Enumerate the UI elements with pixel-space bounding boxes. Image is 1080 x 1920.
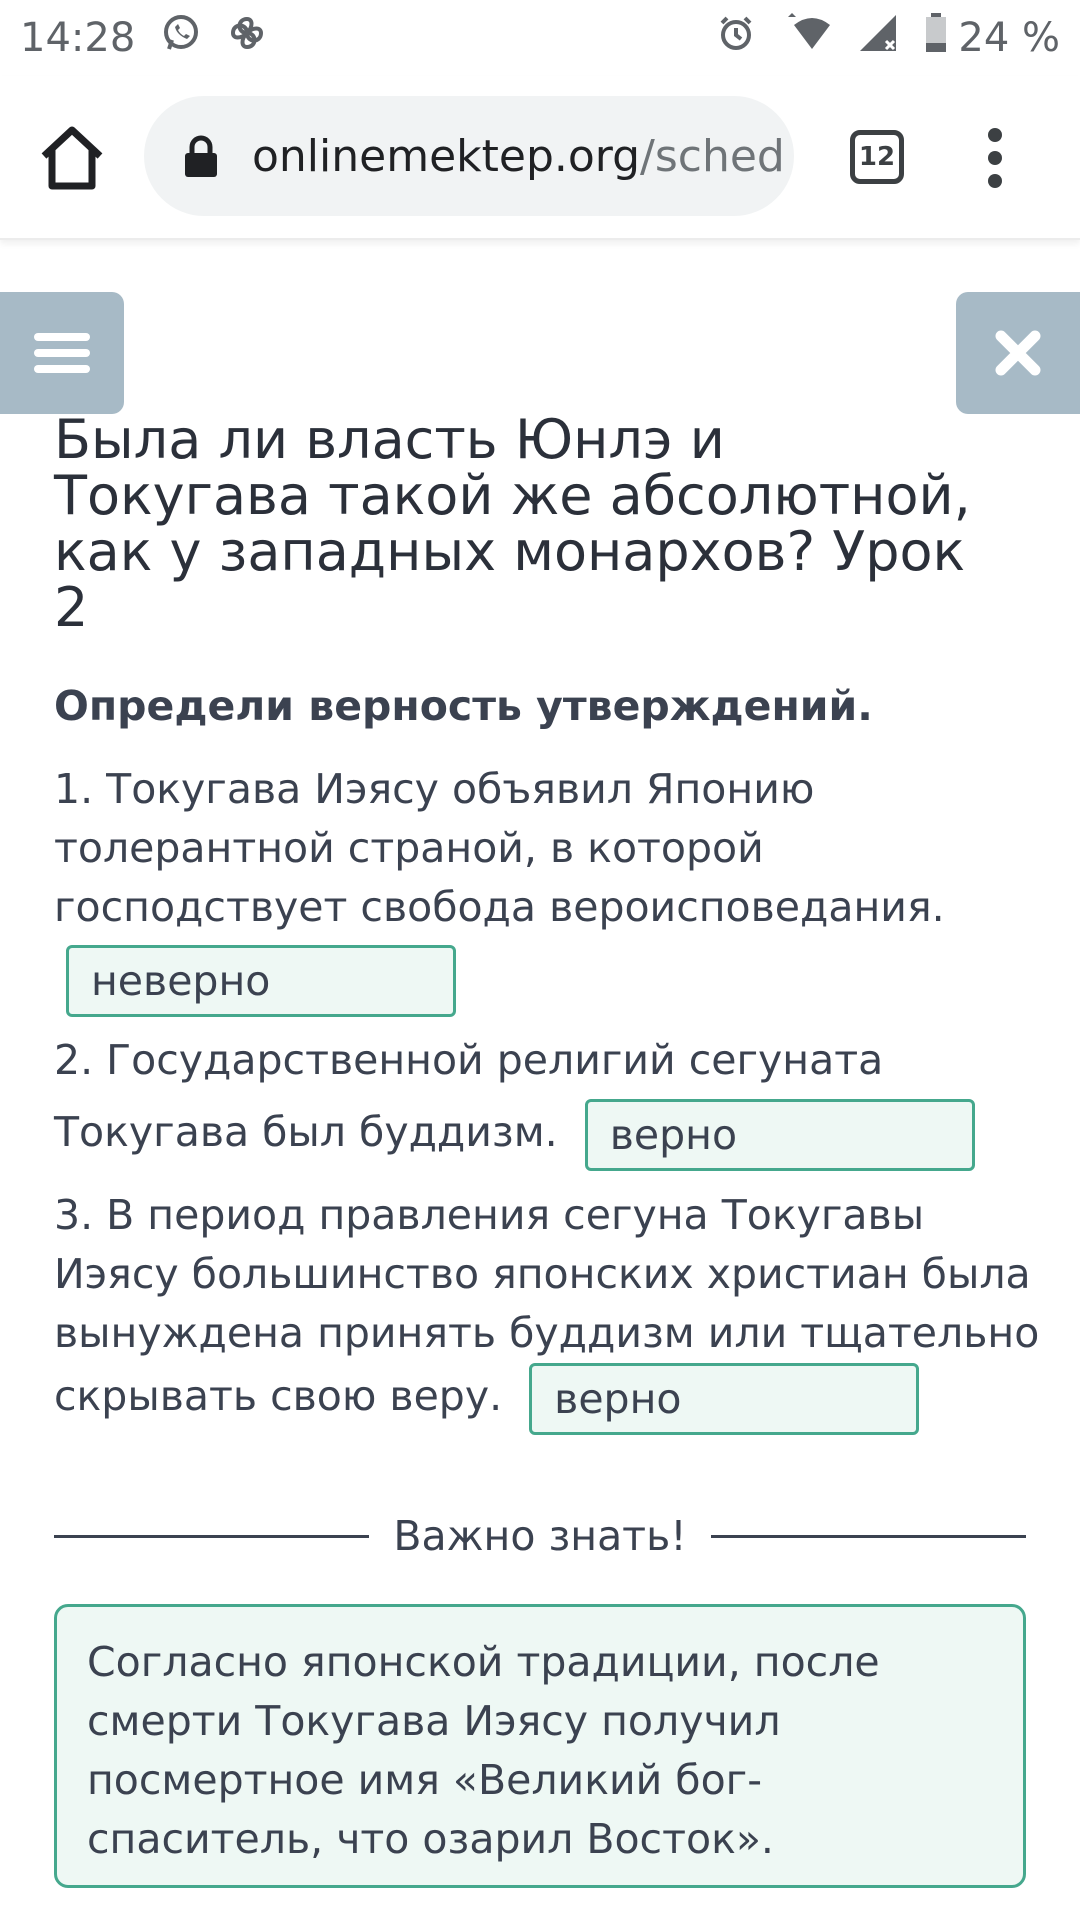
tab-count: 12 — [858, 142, 896, 172]
menu-button[interactable] — [0, 292, 124, 414]
address-bar[interactable]: onlinemektep.org/sched — [144, 96, 794, 216]
question-text: 1. Токугава Иэясу объявил Японию толеран… — [54, 765, 945, 931]
status-time: 14:28 — [20, 15, 136, 61]
hamburger-icon — [34, 325, 90, 381]
close-icon — [995, 330, 1041, 376]
lock-icon — [184, 135, 218, 177]
question-2: 2. Государственной религий сегуната Току… — [54, 1024, 1044, 1171]
info-text: Согласно японской традиции, после смерти… — [87, 1638, 880, 1863]
battery-percent: 24 % — [958, 15, 1060, 61]
section-divider: Важно знать! — [54, 1506, 1027, 1566]
answer-dropdown[interactable]: верно — [529, 1363, 920, 1435]
url-domain: onlinemektep.org — [252, 130, 641, 182]
answer-dropdown[interactable]: неверно — [66, 945, 456, 1017]
question-1: 1. Токугава Иэясу объявил Японию толеран… — [54, 760, 1044, 1017]
more-menu-icon[interactable] — [980, 128, 1010, 188]
tab-switcher-button[interactable]: 12 — [850, 130, 904, 184]
whatsapp-icon — [161, 13, 201, 63]
pinwheel-icon — [227, 13, 267, 63]
page-title: Была ли власть Юнлэ и Токугава такой же … — [54, 408, 971, 639]
url-text: onlinemektep.org/sched — [252, 131, 785, 182]
wifi-icon — [782, 13, 832, 63]
alarm-icon — [716, 13, 756, 63]
question-3: 3. В период правления сегуна Токугавы Иэ… — [54, 1186, 1044, 1435]
close-button[interactable] — [956, 292, 1080, 414]
url-path: /sched — [640, 130, 785, 182]
task-instruction: Определи верность утверждений. — [54, 682, 873, 730]
signal-icon — [858, 13, 898, 63]
divider-label: Важно знать! — [393, 1512, 687, 1560]
status-bar: 14:28 24 % — [0, 0, 1080, 76]
info-box: Согласно японской традиции, после смерти… — [54, 1604, 1026, 1888]
browser-toolbar: onlinemektep.org/sched 12 — [0, 76, 1080, 240]
home-icon[interactable] — [36, 122, 108, 194]
battery-icon — [924, 13, 948, 63]
answer-dropdown[interactable]: верно — [584, 1099, 975, 1171]
